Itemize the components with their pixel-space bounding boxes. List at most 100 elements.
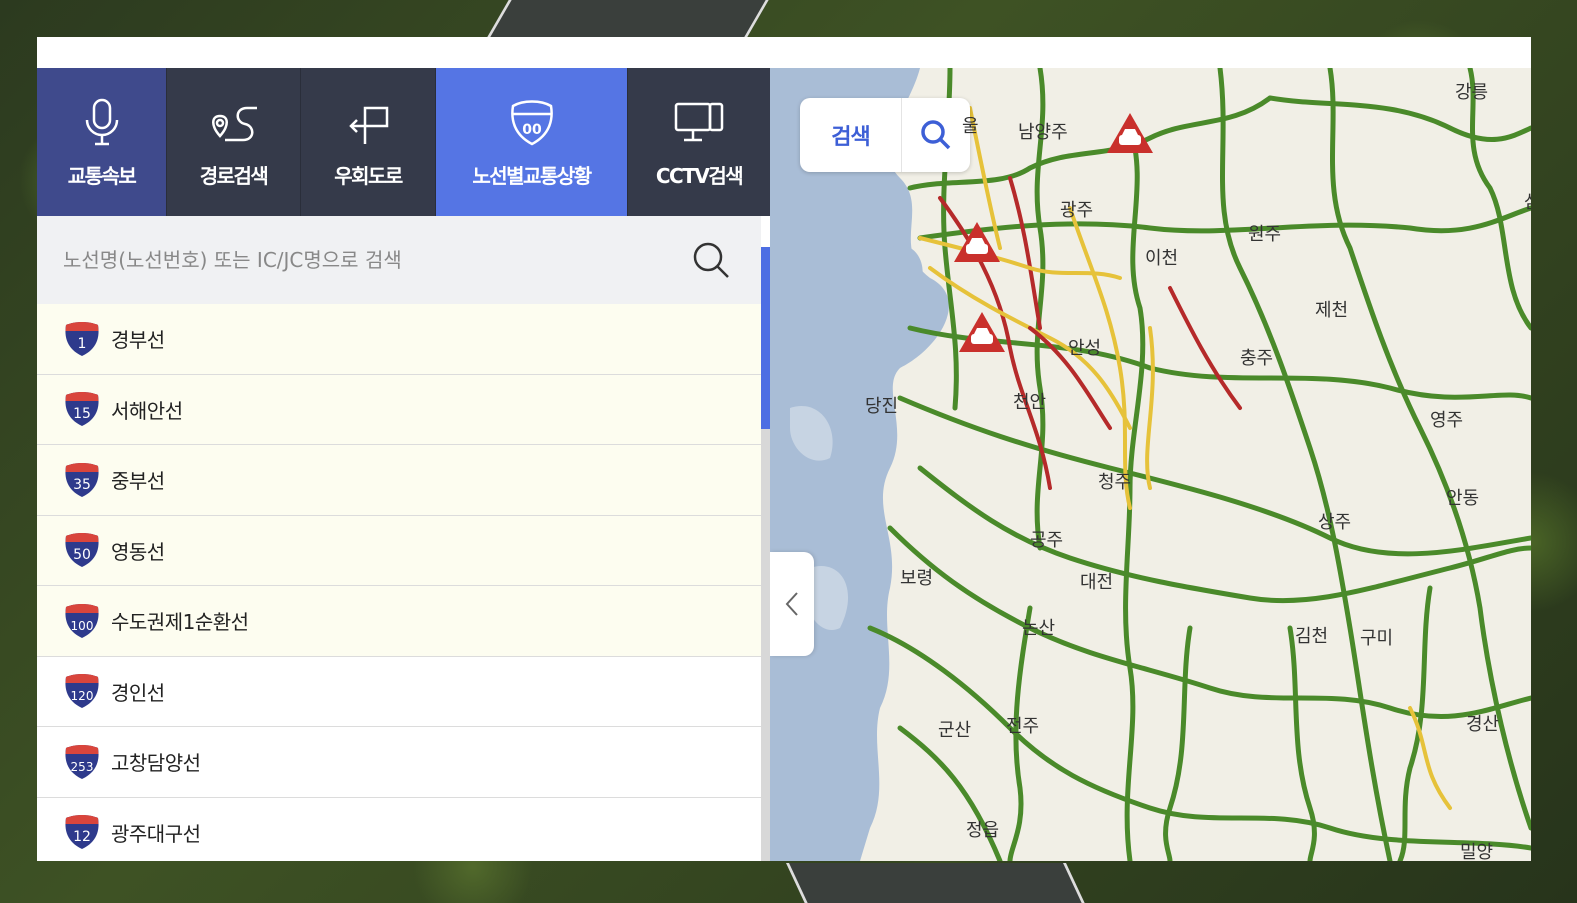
search-icon[interactable] bbox=[691, 240, 731, 280]
map-road bbox=[917, 465, 1531, 604]
tab-label: 우회도로 bbox=[334, 163, 403, 188]
route-number: 120 bbox=[71, 689, 94, 703]
route-name: 중부선 bbox=[111, 469, 165, 494]
route-list-item[interactable]: 50 영동선 bbox=[37, 515, 761, 586]
map-city-label: 상주 bbox=[1318, 512, 1352, 533]
map-city-label: 광주 bbox=[1060, 200, 1094, 221]
accident-warning-icon[interactable] bbox=[1105, 111, 1155, 155]
map-road bbox=[1217, 68, 1393, 861]
traffic-map[interactable]: 검색 강릉 울 남양주 광주 원주 이천 제천 안성 충주 당진 천안 영주 청주 안동 상주 공주 보령 대전 논… bbox=[770, 68, 1531, 861]
route-name: 경부선 bbox=[111, 328, 165, 353]
accident-warning-icon[interactable] bbox=[957, 310, 1007, 354]
route-name: 광주대구선 bbox=[111, 821, 201, 846]
map-city-label: 보령 bbox=[900, 568, 934, 589]
search-icon[interactable] bbox=[919, 118, 953, 152]
map-city-label: 강릉 bbox=[1455, 82, 1489, 103]
map-city-label: 충주 bbox=[1240, 348, 1274, 369]
route-number: 100 bbox=[71, 619, 94, 633]
side-panel: 교통속보 경로검색 우회도로 00 노선별교통상황 CCTV검색 노선명(노선번… bbox=[37, 68, 770, 861]
map-city-label: 경산 bbox=[1466, 714, 1500, 735]
tab-route-search[interactable]: 경로검색 bbox=[167, 68, 301, 216]
route-list-item[interactable]: 120 경인선 bbox=[37, 657, 761, 727]
map-road bbox=[1163, 625, 1193, 861]
route-icon bbox=[211, 106, 257, 141]
map-city-label: 논산 bbox=[1022, 618, 1056, 639]
map-city-label: 김천 bbox=[1295, 626, 1329, 647]
route-shield-icon: 15 bbox=[65, 392, 99, 427]
map-road bbox=[1287, 625, 1317, 861]
map-city-label: 전주 bbox=[1006, 716, 1040, 737]
route-shield-icon: 12 bbox=[65, 815, 99, 850]
route-number: 1 bbox=[78, 336, 87, 352]
route-list-item[interactable]: 100 수도권제1순환선 bbox=[37, 586, 761, 657]
map-search-label[interactable]: 검색 bbox=[800, 98, 902, 172]
route-shield-icon: 120 bbox=[65, 674, 99, 709]
tab-label: 경로검색 bbox=[199, 163, 269, 188]
map-city-label: 울 bbox=[962, 116, 979, 137]
scrollbar-thumb[interactable] bbox=[761, 247, 770, 429]
tab-label: CCTV검색 bbox=[655, 163, 744, 188]
route-list-item[interactable]: 1 경부선 bbox=[37, 304, 761, 375]
map-city-label: 삼 bbox=[1524, 188, 1531, 214]
map-road bbox=[1145, 326, 1155, 490]
chevron-left-icon bbox=[785, 592, 798, 616]
map-road bbox=[1267, 95, 1531, 143]
map-road bbox=[1467, 68, 1531, 331]
app-window: 교통속보 경로검색 우회도로 00 노선별교통상황 CCTV검색 노선명(노선번… bbox=[37, 37, 1531, 861]
route-number: 12 bbox=[73, 829, 91, 845]
route-list-item[interactable]: 253 고창담양선 bbox=[37, 727, 761, 798]
route-number: 253 bbox=[71, 760, 94, 774]
tab-route-traffic[interactable]: 00 노선별교통상황 bbox=[436, 68, 628, 216]
map-road bbox=[1408, 706, 1452, 810]
route-shield-icon: 100 bbox=[65, 603, 99, 638]
tab-cctv-search[interactable]: CCTV검색 bbox=[628, 68, 770, 216]
map-city-label: 영주 bbox=[1430, 410, 1464, 431]
map-city-label: 원주 bbox=[1248, 224, 1282, 245]
route-number: 35 bbox=[73, 477, 91, 493]
tab-traffic-news[interactable]: 교통속보 bbox=[37, 68, 167, 216]
route-list-item[interactable]: 15 서해안선 bbox=[37, 374, 761, 445]
map-city-label: 천안 bbox=[1013, 392, 1047, 413]
top-bar bbox=[37, 37, 1531, 68]
map-city-label: 제천 bbox=[1315, 300, 1349, 321]
background-road bbox=[786, 863, 1094, 903]
map-search-button[interactable]: 검색 bbox=[800, 98, 970, 172]
map-road bbox=[1168, 286, 1242, 410]
list-scrollbar[interactable] bbox=[761, 247, 770, 861]
route-list-item[interactable]: 12 광주대구선 bbox=[37, 798, 761, 862]
route-shield-icon: 00 bbox=[510, 99, 553, 145]
map-city-label: 안성 bbox=[1068, 338, 1102, 359]
route-shield-icon: 253 bbox=[65, 744, 99, 779]
route-number: 15 bbox=[73, 406, 91, 422]
map-roads bbox=[770, 68, 1531, 861]
tab-label: 교통속보 bbox=[67, 163, 137, 188]
route-search-bar bbox=[37, 216, 761, 304]
svg-text:00: 00 bbox=[522, 122, 542, 138]
map-city-label: 군산 bbox=[938, 720, 972, 741]
detour-icon bbox=[349, 106, 389, 144]
route-name: 수도권제1순환선 bbox=[111, 610, 249, 635]
tab-detour[interactable]: 우회도로 bbox=[301, 68, 436, 216]
route-shield-icon: 35 bbox=[65, 462, 99, 497]
route-name: 서해안선 bbox=[111, 398, 183, 423]
route-shield-icon: 1 bbox=[65, 321, 99, 356]
map-city-label: 이천 bbox=[1145, 248, 1179, 269]
tab-bar: 교통속보 경로검색 우회도로 00 노선별교통상황 CCTV검색 bbox=[37, 68, 770, 216]
map-city-label: 대전 bbox=[1080, 572, 1114, 593]
route-name: 영동선 bbox=[111, 539, 165, 564]
map-road bbox=[887, 525, 1531, 720]
route-list: 1 경부선 15 서해안선 35 중부선 50 영동선 100 수도권제1순환선 120 경인선 253… bbox=[37, 304, 761, 861]
microphone-icon bbox=[85, 98, 118, 145]
route-name: 경인선 bbox=[111, 680, 165, 705]
map-city-label: 정읍 bbox=[966, 820, 1000, 841]
monitor-icon bbox=[674, 102, 724, 141]
map-city-label: 안동 bbox=[1446, 488, 1480, 509]
accident-warning-icon[interactable] bbox=[952, 220, 1002, 264]
route-search-input[interactable] bbox=[63, 248, 691, 272]
route-list-item[interactable]: 35 중부선 bbox=[37, 445, 761, 516]
map-city-label: 밀양 bbox=[1460, 842, 1494, 861]
route-shield-icon: 50 bbox=[65, 533, 99, 568]
collapse-panel-button[interactable] bbox=[770, 552, 814, 656]
route-name: 고창담양선 bbox=[111, 751, 201, 776]
map-city-label: 공주 bbox=[1030, 530, 1064, 551]
